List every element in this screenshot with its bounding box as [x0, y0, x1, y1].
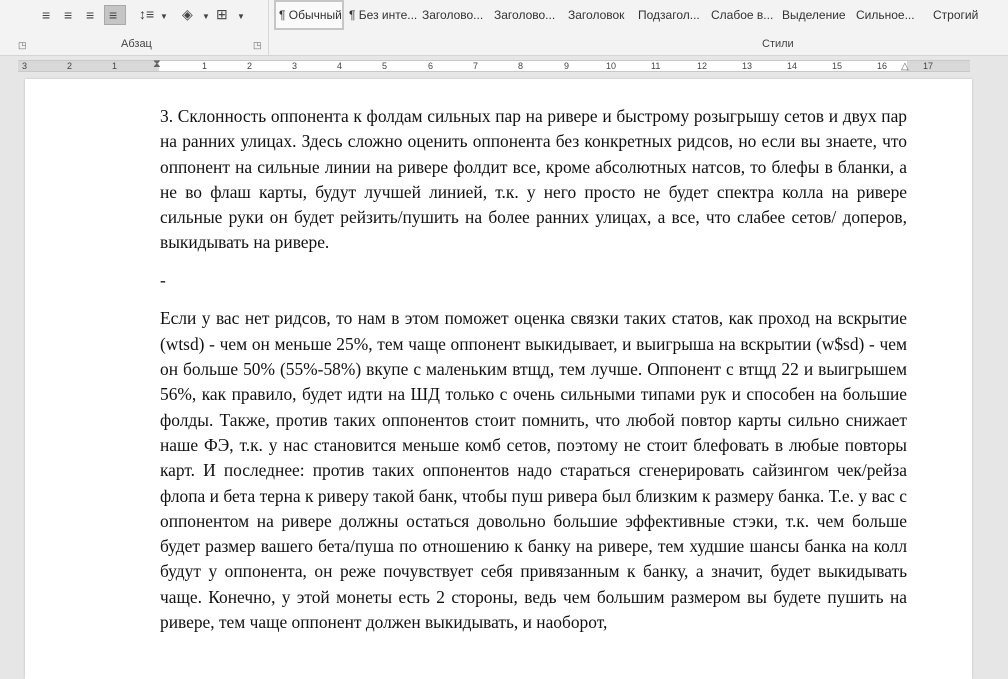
- ruler-label: 1: [112, 61, 118, 71]
- style-normal[interactable]: ¶ Обычный: [274, 0, 344, 30]
- paragraph[interactable]: 3. Склонность оппонента к фолдам сильных…: [160, 104, 907, 256]
- paragraph[interactable]: Если у вас нет ридсов, то нам в этом пом…: [160, 306, 907, 635]
- align-center-icon[interactable]: ≡: [64, 7, 72, 23]
- ruler-label: 8: [518, 61, 524, 71]
- ruler-label: 7: [473, 61, 479, 71]
- ruler-label: 12: [697, 61, 708, 71]
- style-heading-1[interactable]: Заголово...: [422, 0, 483, 30]
- ruler-label: 15: [832, 61, 843, 71]
- style-strong[interactable]: Строгий: [933, 0, 978, 30]
- shading-icon[interactable]: ◈: [182, 6, 193, 22]
- ribbon: ≡ ≡ ≡ ≡ ↕≡ ▼ ◈ ▼ ⊞ ▼ ◳ Абзац ◳ ¶ Обычный…: [0, 0, 1008, 56]
- chevron-down-icon[interactable]: ▼: [202, 9, 210, 25]
- document-page[interactable]: 3. Склонность оппонента к фолдам сильных…: [25, 79, 972, 679]
- style-no-spacing[interactable]: ¶ Без инте...: [349, 0, 417, 30]
- style-intense-emphasis[interactable]: Сильное...: [856, 0, 915, 30]
- styles-group-label: Стили: [762, 38, 794, 50]
- ruler-label: 6: [428, 61, 434, 71]
- ruler-label: 13: [742, 61, 753, 71]
- paragraph-spacing: [160, 256, 907, 269]
- ruler-label: 2: [67, 61, 73, 71]
- ruler-label: 1: [202, 61, 208, 71]
- styles-gallery: ¶ Обычный ¶ Без инте... Заголово... Заго…: [272, 0, 1002, 32]
- ruler-label: 2: [247, 61, 253, 71]
- justify-button[interactable]: ≡: [104, 5, 126, 25]
- paragraph[interactable]: -: [160, 268, 907, 293]
- ruler-right-margin: [907, 60, 970, 72]
- indent-marker-icon[interactable]: ⧗: [153, 56, 161, 72]
- ruler-label: 9: [564, 61, 570, 71]
- line-spacing-icon[interactable]: ↕≡: [139, 6, 154, 22]
- justify-icon: ≡: [109, 7, 118, 23]
- chevron-down-icon[interactable]: ▼: [160, 9, 168, 25]
- align-right-icon[interactable]: ≡: [86, 7, 94, 23]
- ruler-left-margin: [18, 60, 159, 72]
- style-heading-2[interactable]: Заголово...: [494, 0, 555, 30]
- borders-icon[interactable]: ⊞: [216, 6, 228, 22]
- style-subtitle[interactable]: Подзагол...: [638, 0, 700, 30]
- ruler-label: 4: [337, 61, 343, 71]
- paragraph-spacing: [160, 294, 907, 307]
- ruler-track: [18, 60, 970, 72]
- ruler-label: 10: [606, 61, 617, 71]
- document-body[interactable]: 3. Склонность оппонента к фолдам сильных…: [160, 104, 907, 635]
- paragraph-group: ≡ ≡ ≡ ≡ ↕≡ ▼ ◈ ▼ ⊞ ▼ ◳ Абзац ◳: [0, 0, 269, 55]
- style-emphasis[interactable]: Выделение: [782, 0, 846, 30]
- paragraph-launcher-icon[interactable]: ◳: [253, 40, 262, 51]
- ruler-label: 17: [923, 61, 934, 71]
- ruler-label: 16: [877, 61, 888, 71]
- ruler-label: 14: [787, 61, 798, 71]
- ruler-label: 11: [651, 61, 661, 71]
- align-left-icon[interactable]: ≡: [42, 7, 50, 23]
- right-indent-marker-icon[interactable]: △: [901, 59, 909, 75]
- horizontal-ruler[interactable]: 3 2 1 ⧗ 1 2 3 4 5 6 7 8 9 10 11 12 13 14…: [0, 56, 1008, 76]
- style-title[interactable]: Заголовок: [568, 0, 624, 30]
- launcher-icon[interactable]: ◳: [18, 40, 27, 51]
- ruler-label: 5: [382, 61, 388, 71]
- ruler-label: 3: [22, 61, 28, 71]
- style-subtle-emphasis[interactable]: Слабое в...: [711, 0, 773, 30]
- ruler-label: 3: [292, 61, 298, 71]
- paragraph-group-label: Абзац: [121, 38, 152, 50]
- chevron-down-icon[interactable]: ▼: [237, 9, 245, 25]
